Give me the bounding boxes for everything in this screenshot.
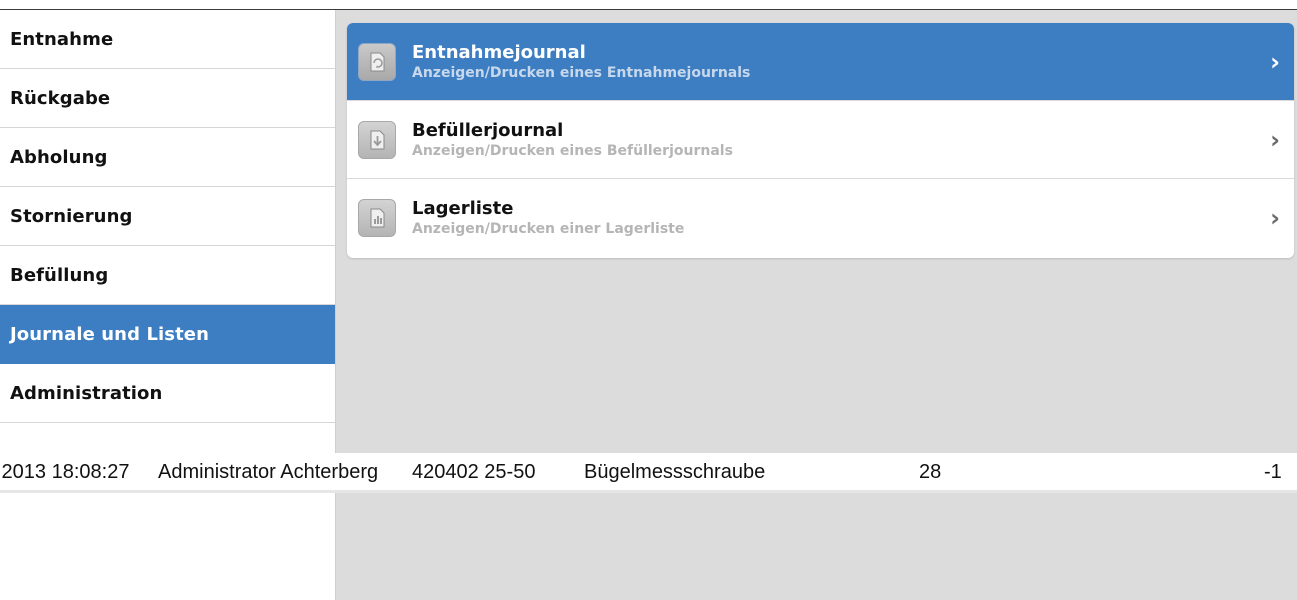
journal-import-icon (358, 120, 396, 159)
entry-article-number: 420402 25-50 (412, 461, 536, 483)
sidebar-item-journale-und-listen[interactable]: Journale und Listen (0, 305, 335, 364)
menu-row-entnahmejournal[interactable]: Entnahmejournal Anzeigen/Drucken eines E… (347, 23, 1294, 101)
sidebar-item-befuellung[interactable]: Befüllung (0, 246, 335, 305)
sidebar-item-label: Administration (10, 382, 163, 404)
row-subtitle: Anzeigen/Drucken eines Entnahmejournals (412, 64, 751, 81)
sidebar: Entnahme Rückgabe Abholung Stornierung B… (0, 10, 336, 600)
sidebar-item-label: Befüllung (10, 264, 109, 286)
sidebar-item-rueckgabe[interactable]: Rückgabe (0, 69, 335, 128)
stock-list-icon (358, 199, 396, 237)
content-area: Entnahmejournal Anzeigen/Drucken eines E… (336, 10, 1297, 600)
menu-row-lagerliste[interactable]: Lagerliste Anzeigen/Drucken einer Lagerl… (347, 179, 1294, 257)
chevron-right-icon: › (1270, 204, 1280, 232)
sidebar-item-administration[interactable]: Administration (0, 364, 335, 423)
journal-entry-row: .2013 18:08:27 Administrator Achterberg … (0, 453, 1297, 493)
row-title: Lagerliste (412, 198, 514, 219)
sidebar-item-label: Rückgabe (10, 87, 111, 109)
sidebar-item-label: Entnahme (10, 28, 114, 50)
row-title: Entnahmejournal (412, 41, 586, 63)
sidebar-item-entnahme[interactable]: Entnahme (0, 10, 335, 69)
sidebar-item-label: Journale und Listen (10, 323, 210, 345)
menu-card: Entnahmejournal Anzeigen/Drucken eines E… (347, 23, 1294, 258)
sidebar-item-label: Abholung (10, 146, 108, 168)
journal-export-icon (358, 42, 396, 81)
entry-description: Bügelmessschraube (584, 461, 766, 483)
entry-datetime: .2013 18:08:27 (0, 461, 130, 483)
chevron-right-icon: › (1270, 47, 1280, 76)
sidebar-item-label: Stornierung (10, 205, 133, 227)
row-title: Befüllerjournal (412, 119, 564, 141)
entry-number: 28 (919, 461, 942, 483)
menu-row-befuellerjournal[interactable]: Befüllerjournal Anzeigen/Drucken eines B… (347, 101, 1294, 179)
sidebar-item-abholung[interactable]: Abholung (0, 128, 335, 187)
chevron-right-icon: › (1270, 125, 1280, 154)
top-border (0, 0, 1297, 10)
entry-quantity: -1 (1264, 461, 1282, 483)
row-subtitle: Anzeigen/Drucken einer Lagerliste (412, 221, 685, 237)
entry-user: Administrator Achterberg (158, 461, 379, 483)
sidebar-item-stornierung[interactable]: Stornierung (0, 187, 335, 246)
row-subtitle: Anzeigen/Drucken eines Befüllerjournals (412, 142, 733, 159)
